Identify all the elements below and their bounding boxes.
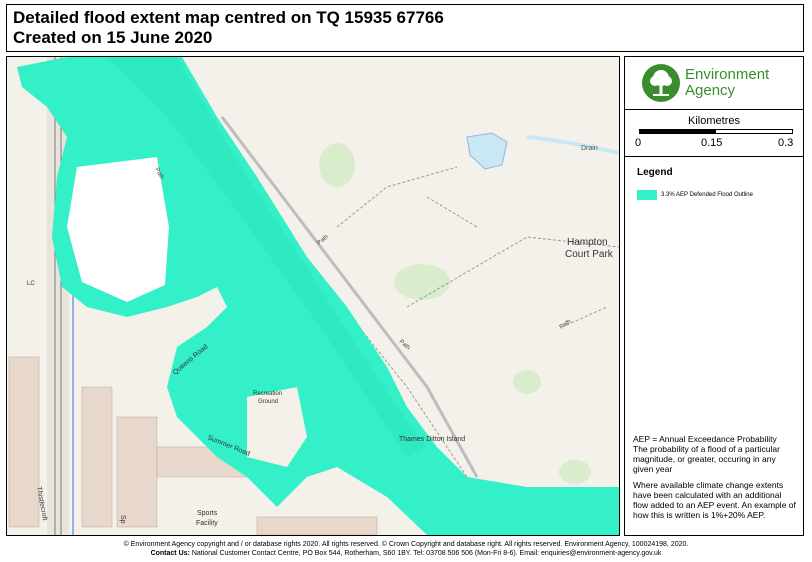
legend-label-flood: 3.3% AEP Defended Flood Outline [661,192,753,198]
contact-label: Contact Us: [150,550,190,557]
label-thames-ditton-island: Thames Ditton Island [399,436,465,443]
map-canvas[interactable]: Hampton Court Park Drain Path Path Path … [7,57,619,535]
label-ground: Ground [258,399,278,405]
label-facility: Facility [196,520,218,527]
aep-notes: AEP = Annual Exceedance Probability The … [633,434,797,526]
label-lc: LC [27,281,35,287]
copyright-line: © Environment Agency copyright and / or … [123,541,689,548]
brand-line1: Environment [685,66,770,83]
map-title: Detailed flood extent map centred on TQ … [13,8,444,27]
label-court-park: Court Park [565,249,614,260]
wood-area [319,143,355,187]
scale-bar [639,129,793,134]
side-panel: Environment Agency Kilometres 0 0.15 0.3… [624,56,804,536]
wood-area [394,264,450,300]
climate-change-note: Where available climate change extents h… [633,480,796,520]
wood-area [513,370,541,394]
title-panel: Detailed flood extent map centred on TQ … [6,4,804,52]
scale-label-max: 0.3 [778,137,794,149]
aep-explanation: The probability of a flood of a particul… [633,444,780,474]
footer: © Environment Agency copyright and / or … [0,540,812,558]
scale-bar-section: Kilometres 0 0.15 0.3 [625,110,803,157]
scale-label-0: 0 [635,137,642,149]
wood-area [559,460,591,484]
scale-title: Kilometres [688,115,740,127]
contact-text: National Customer Contact Centre, PO Box… [191,550,662,557]
legend-swatch-flood [637,190,657,200]
label-hampton: Hampton [567,237,608,248]
map-viewport[interactable]: Hampton Court Park Drain Path Path Path … [6,56,620,536]
label-recreation: Recreation [253,391,282,397]
aep-definition: AEP = Annual Exceedance Probability [633,434,777,444]
contact-line: Contact Us: National Customer Contact Ce… [0,549,812,558]
legend-title: Legend [637,167,673,178]
brand-line2: Agency [685,82,736,99]
tree-logo-icon [642,64,680,102]
logo-section: Environment Agency [625,57,803,110]
label-sp: Sp [119,515,126,524]
scale-label-mid: 0.15 [701,137,723,149]
label-drain: Drain [581,145,598,152]
map-created-date: Created on 15 June 2020 [13,28,213,47]
label-sports: Sports [197,510,218,517]
brand-name: Environment Agency [685,67,769,99]
